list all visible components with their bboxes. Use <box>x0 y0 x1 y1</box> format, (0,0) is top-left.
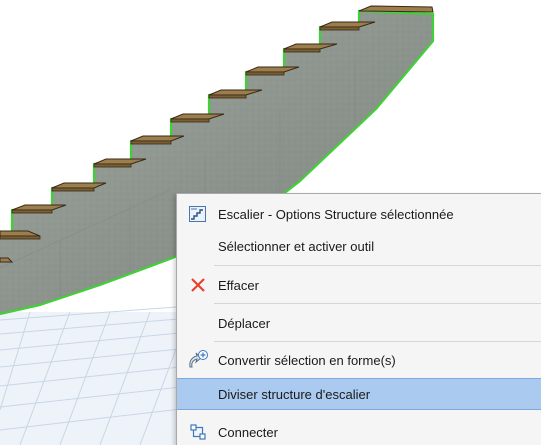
menu-item-label: Diviser structure d'escalier <box>218 386 371 402</box>
menu-item-move[interactable]: Déplacer <box>177 308 541 338</box>
menu-item-select-activate-tool[interactable]: Sélectionner et activer outil <box>177 231 541 261</box>
menu-item-label: Escalier - Options Structure sélectionné… <box>218 206 454 222</box>
delete-x-icon <box>187 274 209 296</box>
menu-item-convert-to-morph[interactable]: Convertir sélection en forme(s) <box>177 345 541 375</box>
convert-to-morph-icon <box>187 349 209 371</box>
menu-item-label: Sélectionner et activer outil <box>218 238 375 254</box>
menu-item-label: Connecter <box>218 424 278 440</box>
menu-item-delete[interactable]: Effacer <box>177 270 541 300</box>
connect-icon <box>187 421 209 443</box>
3d-viewport[interactable]: Escalier - Options Structure sélectionné… <box>0 0 541 445</box>
menu-item-connect[interactable]: Connecter <box>177 417 541 445</box>
menu-separator <box>214 303 541 304</box>
menu-item-label: Déplacer <box>218 315 271 331</box>
floor-grid <box>0 305 200 445</box>
menu-separator <box>214 265 541 266</box>
menu-item-label: Convertir sélection en forme(s) <box>218 352 396 368</box>
stair-settings-icon <box>187 203 209 225</box>
context-menu: Escalier - Options Structure sélectionné… <box>176 193 541 445</box>
menu-item-split-stair-structure[interactable]: Diviser structure d'escalier <box>177 378 541 410</box>
menu-item-label: Effacer <box>218 277 259 293</box>
menu-separator <box>214 341 541 342</box>
menu-item-stair-settings[interactable]: Escalier - Options Structure sélectionné… <box>177 199 541 229</box>
